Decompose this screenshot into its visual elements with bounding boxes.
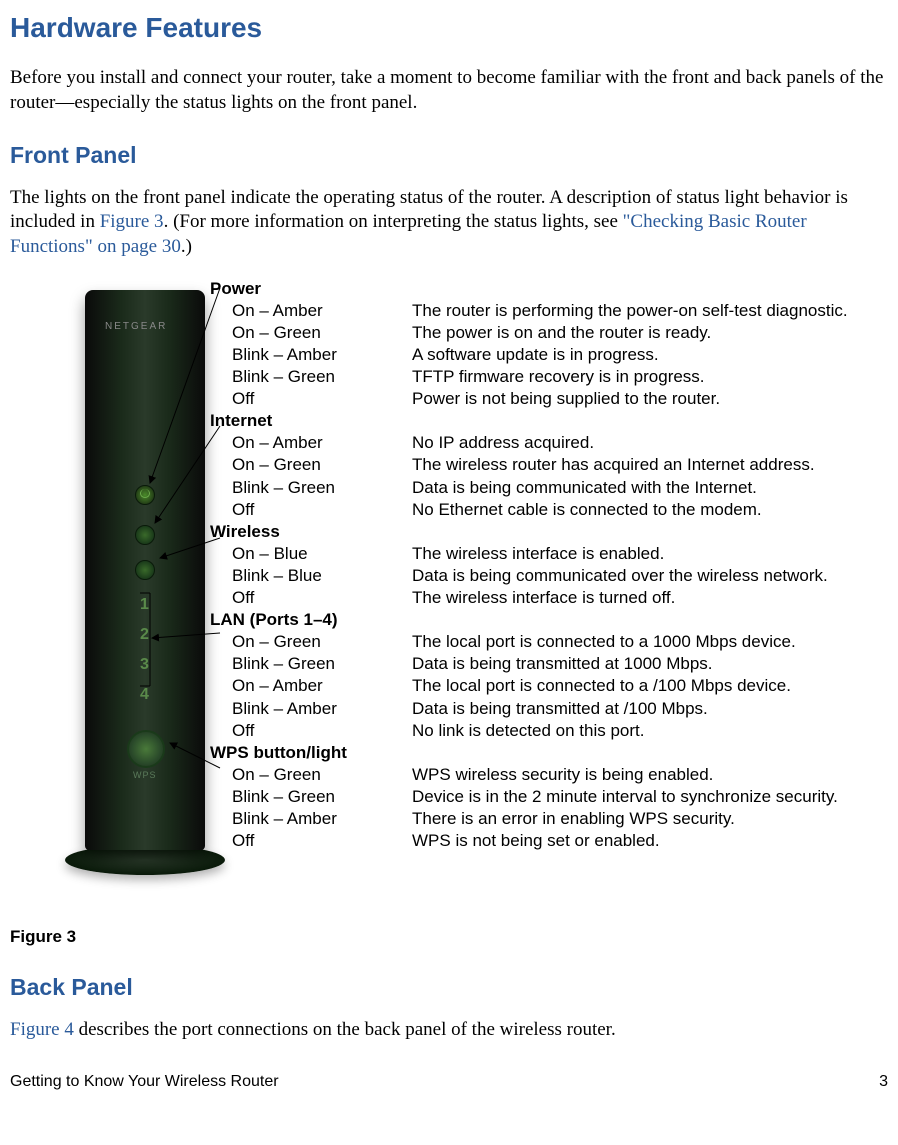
- status-state: On – Green: [232, 631, 412, 653]
- port-2-label: 2: [140, 625, 149, 646]
- status-callouts: Power On – AmberThe router is performing…: [210, 278, 848, 852]
- wireless-led-icon: [135, 560, 155, 580]
- status-state: On – Green: [232, 454, 412, 476]
- status-desc: WPS wireless security is being enabled.: [412, 764, 848, 786]
- footer-section-title: Getting to Know Your Wireless Router: [10, 1072, 279, 1093]
- status-row: Blink – BlueData is being communicated o…: [210, 565, 848, 587]
- footer-page-number: 3: [879, 1072, 888, 1093]
- status-state: Blink – Green: [232, 786, 412, 808]
- status-desc: A software update is in progress.: [412, 344, 848, 366]
- text-segment: . (For more information on interpreting …: [164, 211, 623, 232]
- router-illustration: NETGEAR 1 2 3 4 WPS: [60, 290, 230, 890]
- status-row: Blink – AmberA software update is in pro…: [210, 344, 848, 366]
- brand-label: NETGEAR: [105, 320, 167, 333]
- status-row: On – AmberThe router is performing the p…: [210, 300, 848, 322]
- status-desc: Data is being transmitted at /100 Mbps.: [412, 698, 848, 720]
- status-row: On – AmberThe local port is connected to…: [210, 675, 848, 697]
- status-desc: Device is in the 2 minute interval to sy…: [412, 786, 848, 808]
- status-row: Blink – GreenTFTP firmware recovery is i…: [210, 366, 848, 388]
- port-3-label: 3: [140, 655, 149, 676]
- status-desc: Data is being transmitted at 1000 Mbps.: [412, 653, 848, 675]
- status-row: On – GreenWPS wireless security is being…: [210, 764, 848, 786]
- status-desc: No IP address acquired.: [412, 432, 848, 454]
- group-internet: Internet: [210, 410, 848, 432]
- group-wireless: Wireless: [210, 521, 848, 543]
- front-panel-paragraph: The lights on the front panel indicate t…: [10, 186, 888, 260]
- intro-paragraph: Before you install and connect your rout…: [10, 66, 888, 115]
- status-desc: The power is on and the router is ready.: [412, 322, 848, 344]
- status-state: On – Amber: [232, 432, 412, 454]
- port-1-label: 1: [140, 595, 149, 616]
- group-wps: WPS button/light: [210, 742, 848, 764]
- link-figure-4[interactable]: Figure 4: [10, 1019, 74, 1040]
- page-footer: Getting to Know Your Wireless Router 3: [10, 1072, 888, 1103]
- text-segment: .): [181, 236, 192, 257]
- status-desc: No link is detected on this port.: [412, 720, 848, 742]
- status-row: Blink – GreenDevice is in the 2 minute i…: [210, 786, 848, 808]
- status-desc: TFTP firmware recovery is in progress.: [412, 366, 848, 388]
- status-desc: Data is being communicated with the Inte…: [412, 477, 848, 499]
- status-state: On – Amber: [232, 675, 412, 697]
- status-row: On – GreenThe power is on and the router…: [210, 322, 848, 344]
- status-state: Blink – Blue: [232, 565, 412, 587]
- status-state: Blink – Amber: [232, 808, 412, 830]
- link-figure-3[interactable]: Figure 3: [100, 211, 164, 232]
- router-body: NETGEAR 1 2 3 4 WPS: [85, 290, 205, 850]
- status-state: Off: [232, 499, 412, 521]
- status-desc: Data is being communicated over the wire…: [412, 565, 848, 587]
- status-state: Blink – Amber: [232, 698, 412, 720]
- group-lan: LAN (Ports 1–4): [210, 609, 848, 631]
- status-state: Blink – Amber: [232, 344, 412, 366]
- status-row: OffThe wireless interface is turned off.: [210, 587, 848, 609]
- port-4-label: 4: [140, 685, 149, 706]
- status-desc: WPS is not being set or enabled.: [412, 830, 848, 852]
- status-row: Blink – AmberThere is an error in enabli…: [210, 808, 848, 830]
- heading-front-panel: Front Panel: [10, 141, 888, 171]
- status-state: On – Green: [232, 322, 412, 344]
- status-state: Off: [232, 587, 412, 609]
- wps-label: WPS: [133, 770, 157, 782]
- status-row: Blink – GreenData is being communicated …: [210, 477, 848, 499]
- wps-button-icon: [127, 730, 165, 768]
- status-desc: The router is performing the power-on se…: [412, 300, 848, 322]
- status-state: On – Blue: [232, 543, 412, 565]
- status-row: On – GreenThe local port is connected to…: [210, 631, 848, 653]
- status-row: OffNo link is detected on this port.: [210, 720, 848, 742]
- status-state: Blink – Green: [232, 366, 412, 388]
- status-desc: No Ethernet cable is connected to the mo…: [412, 499, 848, 521]
- status-row: Blink – AmberData is being transmitted a…: [210, 698, 848, 720]
- figure-3-area: NETGEAR 1 2 3 4 WPS Power On – AmberThe …: [10, 278, 888, 908]
- heading-hardware-features: Hardware Features: [10, 10, 888, 46]
- status-row: On – AmberNo IP address acquired.: [210, 432, 848, 454]
- status-row: On – BlueThe wireless interface is enabl…: [210, 543, 848, 565]
- status-desc: There is an error in enabling WPS securi…: [412, 808, 848, 830]
- status-row: On – GreenThe wireless router has acquir…: [210, 454, 848, 476]
- status-desc: Power is not being supplied to the route…: [412, 388, 848, 410]
- back-panel-paragraph: Figure 4 describes the port connections …: [10, 1018, 888, 1043]
- status-state: Blink – Green: [232, 653, 412, 675]
- status-desc: The wireless router has acquired an Inte…: [412, 454, 848, 476]
- status-state: On – Green: [232, 764, 412, 786]
- status-row: Blink – GreenData is being transmitted a…: [210, 653, 848, 675]
- status-desc: The local port is connected to a 1000 Mb…: [412, 631, 848, 653]
- group-power: Power: [210, 278, 848, 300]
- heading-back-panel: Back Panel: [10, 973, 888, 1003]
- figure-3-caption: Figure 3: [10, 926, 888, 948]
- status-desc: The wireless interface is enabled.: [412, 543, 848, 565]
- text-segment: describes the port connections on the ba…: [74, 1019, 616, 1040]
- status-row: OffNo Ethernet cable is connected to the…: [210, 499, 848, 521]
- status-state: Off: [232, 830, 412, 852]
- status-state: On – Amber: [232, 300, 412, 322]
- status-row: OffWPS is not being set or enabled.: [210, 830, 848, 852]
- internet-led-icon: [135, 525, 155, 545]
- status-desc: The wireless interface is turned off.: [412, 587, 848, 609]
- status-desc: The local port is connected to a /100 Mb…: [412, 675, 848, 697]
- status-state: Blink – Green: [232, 477, 412, 499]
- status-state: Off: [232, 388, 412, 410]
- power-led-icon: [135, 485, 155, 505]
- status-state: Off: [232, 720, 412, 742]
- status-row: OffPower is not being supplied to the ro…: [210, 388, 848, 410]
